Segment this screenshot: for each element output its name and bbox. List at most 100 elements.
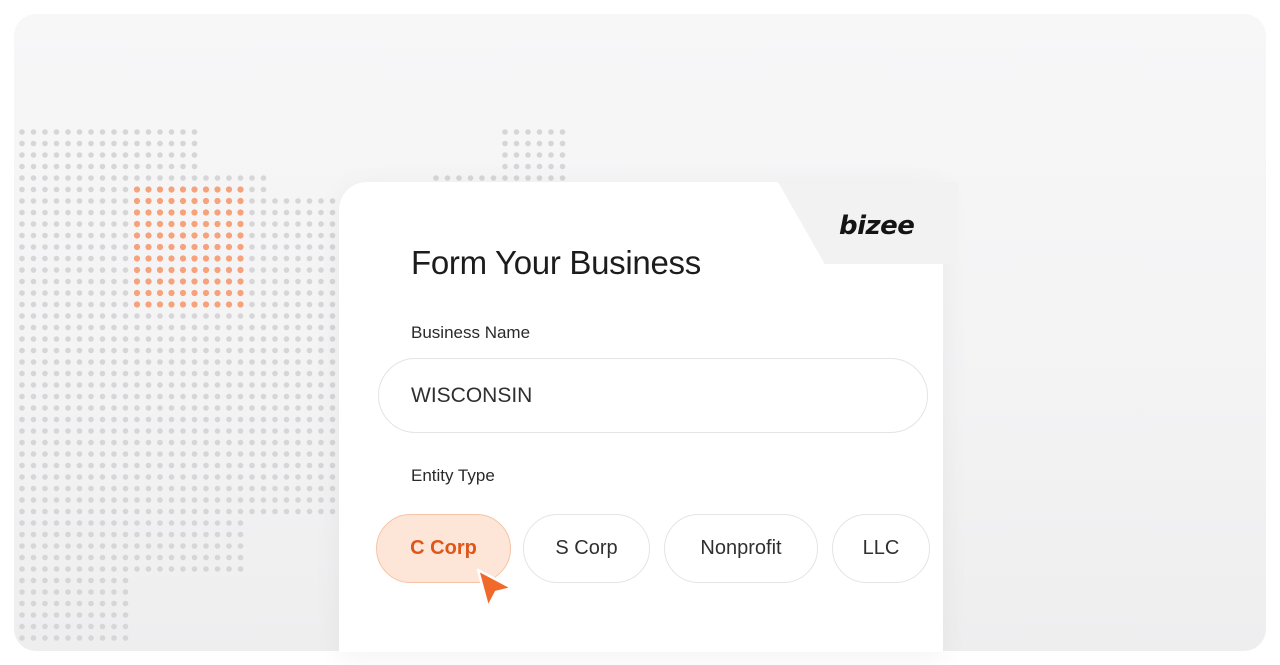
map-dot — [99, 474, 106, 480]
map-dot — [237, 554, 244, 561]
map-dot — [329, 347, 336, 354]
map-dot — [191, 508, 198, 515]
map-dot — [226, 543, 232, 549]
map-dot — [76, 129, 83, 135]
map-dot — [329, 313, 336, 319]
map-dot — [53, 163, 60, 170]
entity-option-llc[interactable]: LLC — [832, 514, 930, 583]
map-dot — [65, 129, 71, 135]
map-dot-highlight — [179, 266, 187, 274]
map-dot — [295, 278, 301, 285]
map-dot-highlight — [145, 289, 152, 297]
entity-option-nonprofit[interactable]: Nonprofit — [664, 514, 818, 583]
map-dot — [76, 393, 83, 400]
map-dot — [134, 531, 140, 538]
map-dot — [283, 382, 290, 388]
map-dot — [260, 393, 267, 400]
map-dot — [306, 416, 313, 423]
map-dot — [111, 209, 117, 216]
map-dot — [19, 347, 25, 354]
map-dot-highlight — [214, 232, 221, 239]
map-dot — [260, 462, 267, 469]
map-dot — [76, 198, 83, 204]
map-dot — [122, 370, 129, 377]
business-name-label: Business Name — [411, 323, 531, 342]
map-dot — [145, 359, 152, 365]
map-dot — [88, 382, 94, 388]
map-dot — [249, 370, 255, 377]
map-dot — [134, 359, 140, 365]
map-dot — [88, 301, 94, 308]
map-dot — [134, 439, 140, 446]
map-dot — [203, 462, 209, 469]
map-dot — [157, 451, 163, 457]
map-dot — [203, 324, 209, 331]
map-dot — [53, 623, 60, 630]
map-dot-highlight — [191, 209, 198, 216]
map-dot — [30, 393, 37, 400]
map-dot — [237, 370, 244, 377]
map-dot — [191, 439, 198, 446]
map-dot — [19, 278, 25, 285]
business-name-input[interactable] — [378, 358, 928, 433]
map-dot — [122, 347, 129, 354]
map-dot — [76, 520, 83, 526]
map-dot — [180, 543, 186, 549]
map-dot — [42, 520, 48, 526]
map-dot — [53, 209, 60, 216]
map-dot — [226, 474, 232, 480]
map-dot — [76, 186, 83, 193]
map-dot — [30, 416, 37, 423]
map-dot — [122, 451, 129, 457]
map-dot — [111, 600, 117, 607]
map-dot — [203, 382, 209, 388]
map-dot — [145, 451, 152, 457]
map-dot — [329, 462, 336, 469]
map-dot — [111, 428, 117, 434]
map-dot — [249, 474, 255, 480]
map-dot — [122, 244, 129, 250]
map-dot — [76, 508, 83, 515]
map-dot — [53, 566, 60, 572]
map-dot-highlight — [168, 220, 175, 228]
map-dot-highlight — [191, 289, 198, 297]
entity-option-s-corp[interactable]: S Corp — [523, 514, 650, 583]
map-dot — [214, 324, 221, 331]
map-dot — [99, 462, 106, 469]
map-dot — [88, 462, 94, 469]
map-dot-highlight — [202, 197, 210, 205]
map-dot — [134, 497, 140, 503]
map-dot-highlight — [191, 301, 198, 308]
map-dot — [295, 508, 301, 515]
map-dot — [122, 393, 129, 400]
map-dot — [237, 508, 244, 515]
map-dot — [145, 393, 152, 400]
map-dot — [42, 451, 48, 457]
map-dot — [19, 186, 25, 193]
map-dot-highlight — [225, 289, 233, 297]
map-dot — [76, 301, 83, 308]
map-dot-highlight — [214, 186, 221, 193]
map-dot — [283, 290, 290, 296]
map-dot — [99, 267, 106, 273]
map-dot — [203, 439, 209, 446]
map-dot — [111, 175, 117, 181]
map-dot-highlight — [191, 186, 198, 193]
map-dot — [42, 612, 48, 618]
map-dot — [76, 577, 83, 584]
map-dot — [260, 405, 267, 411]
map-dot — [99, 416, 106, 423]
map-dot — [122, 324, 129, 331]
map-dot — [318, 474, 324, 480]
map-dot — [306, 324, 313, 331]
map-dot — [88, 474, 94, 480]
map-dot — [145, 428, 152, 434]
map-dot — [214, 543, 221, 549]
map-dot — [122, 301, 129, 308]
map-dot-highlight — [145, 278, 152, 285]
map-dot — [19, 577, 25, 584]
map-dot — [329, 232, 336, 239]
map-dot — [157, 497, 163, 503]
map-dot — [76, 175, 83, 181]
map-dot — [111, 198, 117, 204]
